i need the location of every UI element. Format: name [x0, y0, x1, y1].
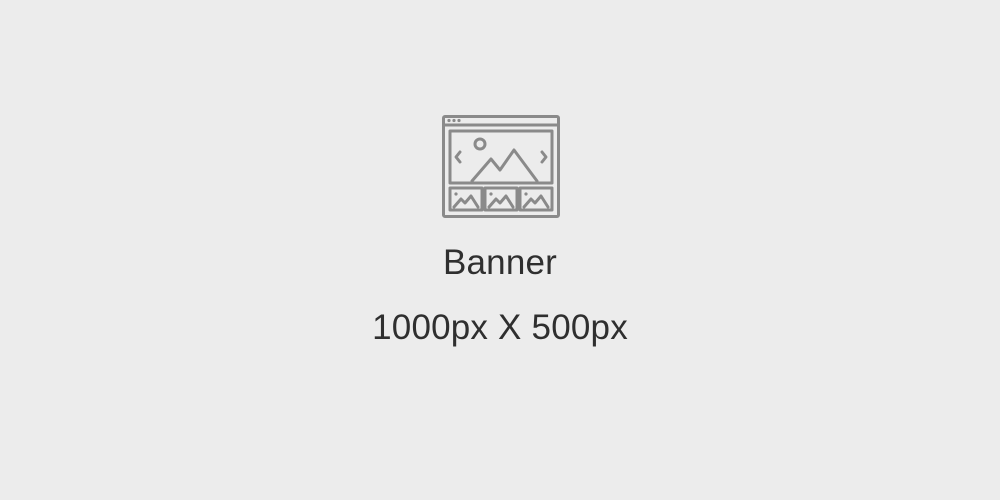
banner-title: Banner: [442, 243, 558, 282]
image-gallery-icon: [442, 115, 560, 218]
banner-dimensions: 1000px X 500px: [372, 308, 628, 347]
banner-placeholder: Banner 1000px X 500px: [0, 0, 1000, 500]
